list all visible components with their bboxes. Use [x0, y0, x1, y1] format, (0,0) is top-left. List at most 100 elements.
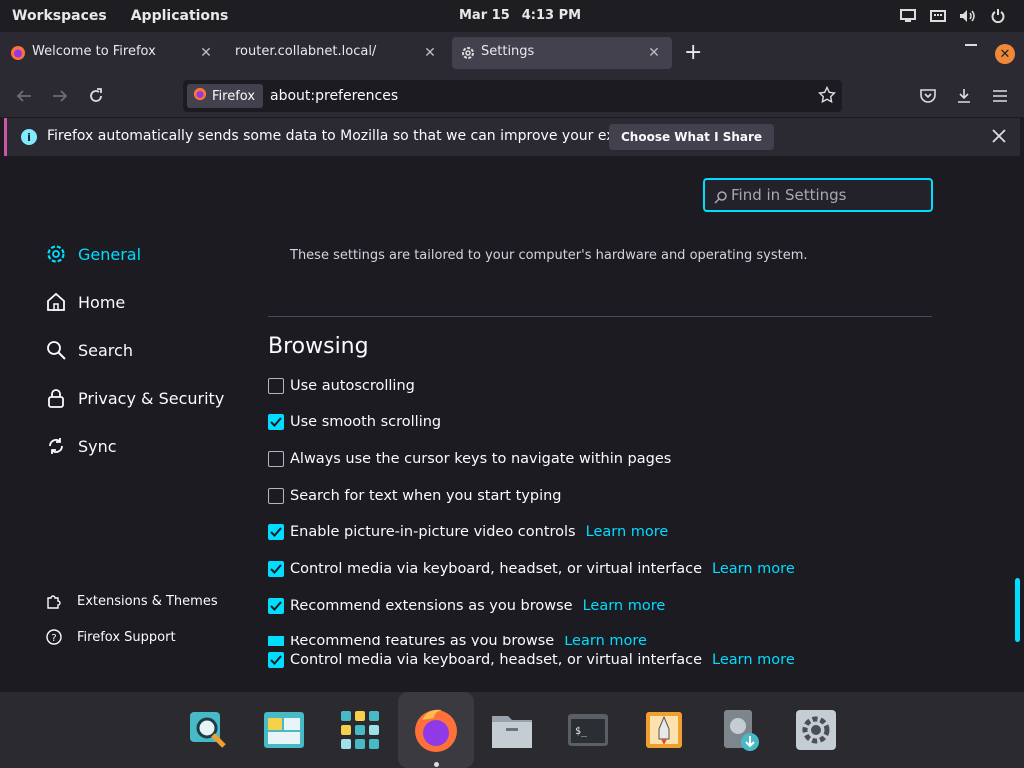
close-window-icon[interactable]: ✕: [995, 44, 1015, 64]
clock[interactable]: Mar 15 4:13 PM: [459, 8, 581, 23]
picture-in-picture-option[interactable]: Enable picture-in-picture video controls…: [268, 524, 668, 540]
sidebar-item-firefox-support[interactable]: ? Firefox Support: [44, 627, 176, 647]
recommend-extensions-option[interactable]: Recommend extensions as you browse Learn…: [268, 598, 665, 614]
choose-what-i-share-button[interactable]: Choose What I Share: [609, 124, 775, 150]
option-label: Recommend extensions as you browse: [290, 598, 573, 614]
keyboard-icon[interactable]: [928, 6, 948, 26]
smooth-scrolling-option[interactable]: Use smooth scrolling: [268, 414, 441, 430]
learn-more-link[interactable]: Learn more: [564, 636, 647, 646]
system-top-bar: Workspaces Applications Mar 15 4:13 PM: [0, 0, 1024, 32]
vertical-scrollbar-thumb[interactable]: [1015, 578, 1020, 642]
help-icon: ?: [44, 627, 64, 647]
option-label: Enable picture-in-picture video controls: [290, 524, 576, 540]
workspaces-button[interactable]: Workspaces: [12, 8, 107, 24]
search-icon: [714, 189, 728, 208]
section-divider: [268, 316, 932, 317]
forward-arrow-icon[interactable]: [50, 86, 70, 106]
learn-more-link[interactable]: Learn more: [712, 652, 795, 668]
files-window-icon[interactable]: [260, 706, 308, 754]
learn-more-link[interactable]: Learn more: [583, 598, 666, 614]
magnifier-search-icon[interactable]: [184, 706, 232, 754]
tab-welcome[interactable]: Welcome to Firefox ✕: [0, 37, 224, 69]
running-indicator: [434, 762, 439, 767]
url-text[interactable]: about:preferences: [270, 88, 398, 104]
media-control-checkbox[interactable]: [268, 561, 284, 577]
cursor-keys-checkbox[interactable]: [268, 451, 284, 467]
autoscrolling-checkbox[interactable]: [268, 378, 284, 394]
downloads-icon[interactable]: [954, 86, 974, 106]
recommend-features-option[interactable]: Recommend features as you browse Learn m…: [268, 636, 647, 646]
smooth-scrolling-checkbox[interactable]: [268, 414, 284, 430]
launcher-rocket-icon[interactable]: [640, 706, 688, 754]
file-manager-icon[interactable]: [488, 706, 536, 754]
pocket-icon[interactable]: [918, 86, 938, 106]
find-in-settings-placeholder: Find in Settings: [731, 186, 847, 204]
sidebar-item-extensions-themes[interactable]: Extensions & Themes: [44, 591, 218, 611]
learn-more-link[interactable]: Learn more: [586, 524, 669, 540]
puzzle-icon: [44, 591, 64, 611]
applications-menu[interactable]: Applications: [131, 8, 229, 24]
clock-time: 4:13 PM: [521, 8, 582, 23]
app-grid-icon[interactable]: [336, 706, 384, 754]
recommend-extensions-checkbox[interactable]: [268, 598, 284, 614]
lock-icon: [44, 386, 68, 410]
terminal-prompt: $_: [575, 726, 588, 737]
close-tab-icon[interactable]: ✕: [646, 45, 662, 61]
display-icon[interactable]: [898, 6, 918, 26]
media-control-checkbox[interactable]: [268, 652, 284, 668]
sidebar-item-label: General: [78, 244, 142, 264]
media-control-option-duplicate[interactable]: Control media via keyboard, headset, or …: [268, 652, 795, 668]
data-collection-notification: i Firefox automatically sends some data …: [4, 118, 1020, 156]
terminal-icon[interactable]: $_: [564, 706, 612, 754]
option-label: Use autoscrolling: [290, 378, 415, 394]
option-label: Always use the cursor keys to navigate w…: [290, 451, 672, 467]
option-label: Control media via keyboard, headset, or …: [290, 652, 703, 668]
autoscrolling-option[interactable]: Use autoscrolling: [268, 378, 415, 394]
reload-icon[interactable]: [86, 86, 106, 106]
firefox-icon: [10, 45, 26, 65]
sidebar-item-general[interactable]: General: [44, 242, 141, 266]
media-control-option[interactable]: Control media via keyboard, headset, or …: [268, 561, 795, 577]
recommend-features-checkbox[interactable]: [268, 636, 284, 646]
close-tab-icon[interactable]: ✕: [198, 45, 214, 61]
system-tray: [898, 6, 1008, 26]
sidebar-item-search[interactable]: Search: [44, 338, 133, 362]
search-while-typing-option[interactable]: Search for text when you start typing: [268, 488, 562, 504]
firefox-icon[interactable]: [412, 706, 460, 754]
tab-strip: Welcome to Firefox ✕ router.collabnet.lo…: [0, 32, 1024, 74]
tab-title: router.collabnet.local/: [235, 44, 377, 59]
info-icon: i: [21, 129, 37, 145]
back-arrow-icon[interactable]: [14, 86, 34, 106]
url-bar[interactable]: Firefox about:preferences: [183, 80, 842, 112]
hamburger-menu-icon[interactable]: [990, 86, 1010, 106]
sync-icon: [44, 434, 68, 458]
identity-chip[interactable]: Firefox: [187, 84, 263, 108]
option-label: Control media via keyboard, headset, or …: [290, 561, 703, 577]
settings-gear-icon[interactable]: [792, 706, 840, 754]
cursor-keys-option[interactable]: Always use the cursor keys to navigate w…: [268, 451, 671, 467]
close-tab-icon[interactable]: ✕: [422, 45, 438, 61]
minimize-window-icon[interactable]: [965, 44, 977, 46]
tab-settings[interactable]: Settings ✕: [452, 37, 672, 69]
volume-icon[interactable]: [958, 6, 978, 26]
power-icon[interactable]: [988, 6, 1008, 26]
sidebar-item-privacy[interactable]: Privacy & Security: [44, 386, 224, 410]
find-in-settings-input[interactable]: Find in Settings: [703, 178, 933, 212]
identity-chip-label: Firefox: [212, 88, 256, 104]
notification-message: Firefox automatically sends some data to…: [47, 128, 680, 144]
sidebar-item-sync[interactable]: Sync: [44, 434, 117, 458]
option-label: Search for text when you start typing: [290, 488, 562, 504]
tab-router[interactable]: router.collabnet.local/ ✕: [224, 37, 448, 69]
home-icon: [44, 290, 68, 314]
search-while-typing-checkbox[interactable]: [268, 488, 284, 504]
tab-title: Welcome to Firefox: [32, 44, 156, 59]
new-tab-plus-icon[interactable]: +: [684, 42, 702, 64]
close-notification-icon[interactable]: [990, 127, 1008, 145]
installer-icon[interactable]: [716, 706, 764, 754]
sidebar-item-home[interactable]: Home: [44, 290, 125, 314]
sidebar-item-label: Privacy & Security: [78, 388, 225, 408]
picture-in-picture-checkbox[interactable]: [268, 524, 284, 540]
learn-more-link[interactable]: Learn more: [712, 561, 795, 577]
bookmark-star-icon[interactable]: [817, 85, 837, 108]
gear-icon: [44, 242, 68, 266]
